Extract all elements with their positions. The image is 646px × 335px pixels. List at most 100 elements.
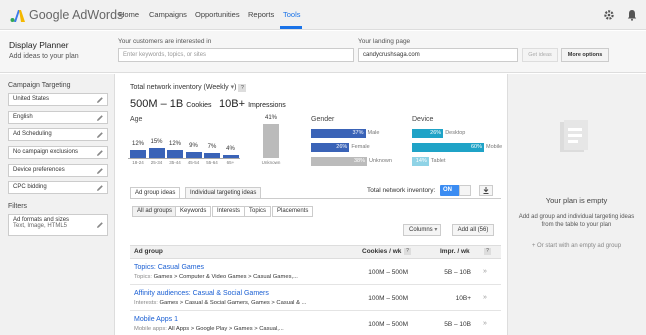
ad-group-path-kind: Topics:	[134, 274, 153, 280]
impressions-value: 10B+	[455, 295, 471, 302]
impressions-value: 5B – 10B	[444, 321, 471, 328]
device-bar: 14%	[412, 157, 429, 166]
device-bar-label: Tablet	[430, 158, 446, 164]
interest-input[interactable]: Enter keywords, topics, or sites	[118, 48, 354, 62]
ad-group-path-kind: Interests:	[134, 300, 158, 306]
sidebar-item-label: English	[13, 114, 33, 120]
sidebar-item-exclusions[interactable]: No campaign exclusions	[8, 146, 108, 159]
sidebar-item-language[interactable]: English	[8, 111, 108, 124]
nav-campaigns[interactable]: Campaigns	[149, 10, 187, 19]
age-unknown-label: Unknown	[261, 160, 281, 165]
age-heading: Age	[130, 116, 143, 123]
download-button[interactable]	[479, 185, 493, 196]
download-icon	[483, 187, 489, 194]
age-bar	[148, 147, 165, 158]
inventory-toggle-label: Total network inventory:	[367, 187, 436, 194]
empty-ad-group-link[interactable]: + Or start with an empty ad group	[507, 243, 646, 249]
gender-heading: Gender	[311, 116, 335, 123]
age-bar-value: 12%	[168, 140, 181, 147]
nav-home[interactable]: Home	[119, 10, 139, 19]
filter-item-value: Text, Image, HTML5	[13, 223, 68, 229]
impressions-value: 10B+	[219, 98, 245, 110]
device-bar-label: Desktop	[445, 130, 466, 136]
sidebar-item-ad-formats[interactable]: Ad formats and sizes Text, Image, HTML5	[8, 214, 108, 236]
subtab-interests[interactable]: Interests	[212, 206, 246, 217]
toggle-knob[interactable]	[459, 185, 471, 196]
pencil-icon	[96, 131, 104, 139]
chevron-down-icon: ▾	[434, 227, 438, 233]
nav-tools[interactable]: Tools	[283, 10, 301, 19]
interest-label: Your customers are interested in	[118, 38, 212, 45]
subtab-placements[interactable]: Placements	[272, 206, 314, 217]
columns-button[interactable]: Columns ▾	[403, 224, 441, 236]
age-unknown-value: 41%	[264, 114, 277, 121]
help-icon[interactable]: ?	[404, 248, 411, 255]
pencil-icon	[96, 221, 104, 229]
pencil-icon	[96, 184, 104, 192]
pencil-icon	[96, 167, 104, 175]
gender-bar-label: Male	[367, 130, 380, 136]
gear-icon[interactable]	[603, 9, 615, 21]
ad-group-path-text: Games > Casual & Social Gamers, Games > …	[159, 300, 307, 306]
ad-group-title-link[interactable]: Topics: Casual Games	[134, 264, 204, 271]
plan-help-text: Add ad group and individual targeting id…	[518, 214, 635, 228]
age-bar-value: 4%	[226, 146, 235, 153]
inventory-title-text: Total network inventory (Weekly	[130, 84, 229, 91]
sidebar-item-label: Ad Scheduling	[13, 131, 52, 137]
help-icon[interactable]: ?	[484, 248, 491, 255]
chevron-down-icon[interactable]: ▾	[231, 84, 235, 91]
subtab-keywords[interactable]: Keywords	[175, 206, 212, 217]
gender-bar-label: Unknown	[369, 158, 392, 164]
impressions-label: Impressions	[248, 102, 286, 109]
column-header-cookies[interactable]: Cookies / wk	[362, 248, 401, 255]
pencil-icon	[96, 149, 104, 157]
sidebar-item-location[interactable]: United States	[8, 93, 108, 106]
age-bar-label: 25-34	[150, 160, 163, 165]
landing-page-input[interactable]: candycrushsaga.com	[358, 48, 518, 62]
cookies-value: 100M – 500M	[368, 321, 408, 328]
get-ideas-button[interactable]: Get ideas	[522, 48, 558, 62]
help-icon[interactable]: ?	[238, 84, 247, 92]
column-header-ad-group[interactable]: Ad group	[134, 248, 163, 255]
device-bar: 26%	[412, 129, 444, 138]
ad-group-title-link[interactable]: Mobile Apps 1	[134, 316, 178, 323]
impressions-summary: 10B+ Impressions	[219, 98, 286, 110]
page-title: Display Planner	[9, 40, 69, 50]
add-all-button[interactable]: Add all (56)	[452, 224, 494, 236]
subtab-all-ad-groups[interactable]: All ad groups	[132, 206, 178, 217]
columns-label: Columns	[409, 227, 433, 233]
nav-reports[interactable]: Reports	[248, 10, 274, 19]
inventory-toggle[interactable]: ON	[440, 185, 460, 196]
ad-group-title-link[interactable]: Affinity audiences: Casual & Social Game…	[134, 290, 269, 297]
ad-group-path-kind: Mobile apps:	[134, 326, 167, 332]
age-bar-value: 7%	[207, 144, 217, 151]
page-subtitle: Add ideas to your plan	[9, 53, 79, 60]
subtab-topics[interactable]: Topics	[244, 206, 272, 217]
cookies-label: Cookies	[186, 102, 212, 109]
tab-divider	[130, 198, 501, 199]
sidebar-item-ad-scheduling[interactable]: Ad Scheduling	[8, 128, 108, 141]
column-header-impressions[interactable]: Impr. / wk	[440, 248, 470, 255]
ad-group-path: Mobile apps: All Apps > Google Play > Ga…	[134, 326, 284, 332]
logo-text: Google AdWords	[29, 8, 124, 22]
bell-icon[interactable]	[626, 9, 638, 21]
age-bar-label: 45-54	[187, 160, 200, 165]
chevron-right-icon[interactable]: »	[483, 320, 487, 327]
age-bar-value: 12%	[131, 140, 144, 147]
age-bar	[130, 149, 146, 158]
chevron-right-icon[interactable]: »	[483, 268, 487, 275]
sidebar-item-device-preferences[interactable]: Device preferences	[8, 164, 108, 177]
sidebar-item-label: Device preferences	[13, 167, 65, 173]
cookies-value: 100M – 500M	[368, 269, 408, 276]
nav-opportunities[interactable]: Opportunities	[195, 10, 240, 19]
adwords-logo[interactable]: Google AdWords	[10, 7, 123, 23]
chevron-right-icon[interactable]: »	[483, 294, 487, 301]
active-nav-indicator	[280, 26, 302, 29]
age-bar-label: 55-64	[206, 160, 218, 165]
adwords-logo-icon	[10, 9, 25, 22]
more-options-button[interactable]: More options	[561, 48, 609, 62]
ad-group-path: Topics: Games > Computer & Video Games >…	[134, 274, 298, 280]
device-bar-label: Mobile	[486, 144, 503, 150]
sidebar-item-cpc-bidding[interactable]: CPC bidding	[8, 181, 108, 194]
sidebar-item-label: United States	[13, 96, 50, 102]
